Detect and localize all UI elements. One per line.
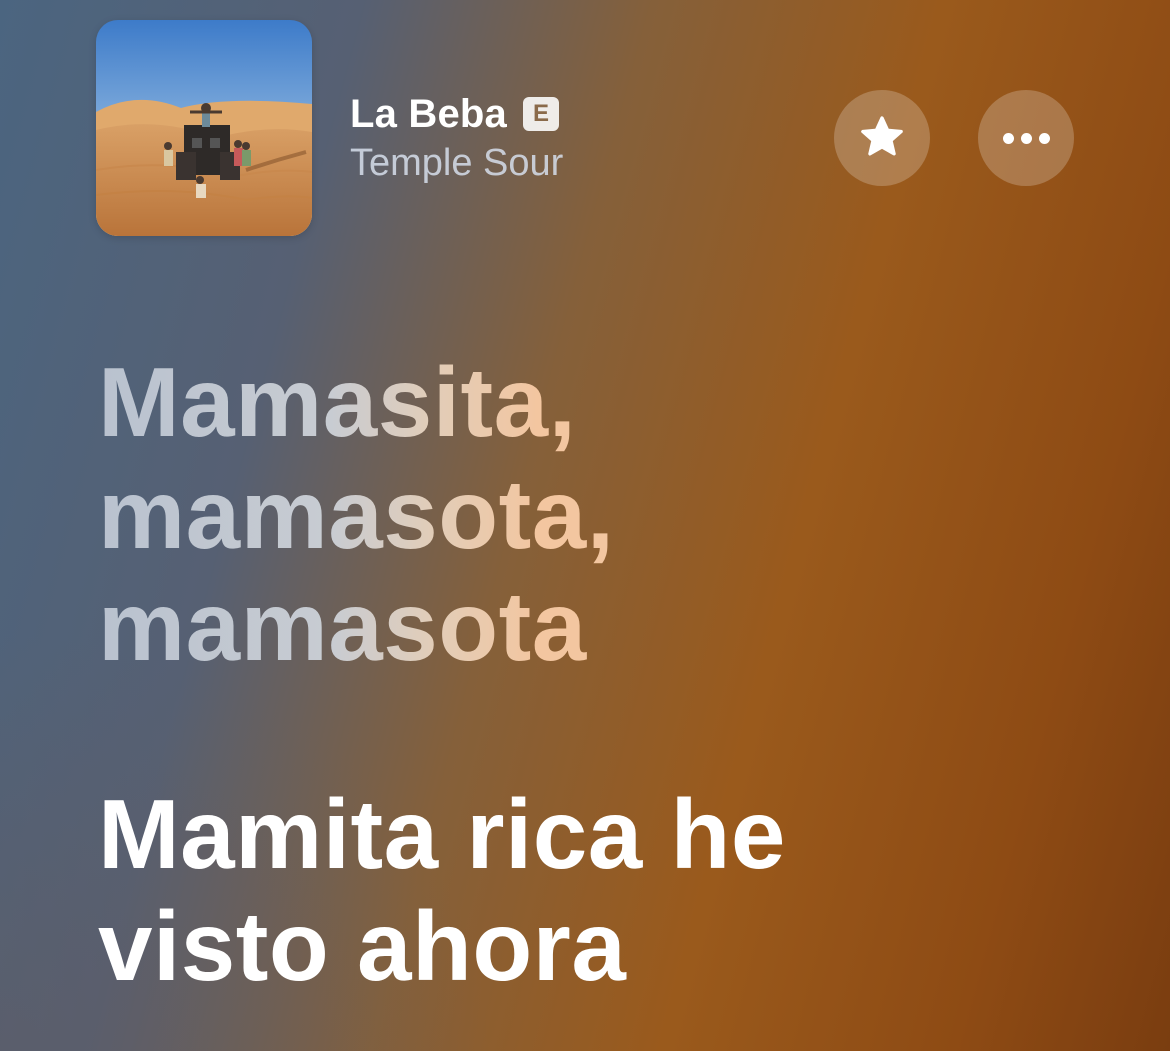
more-options-button[interactable] <box>978 90 1074 186</box>
lyric-text: visto ahora <box>98 891 627 1001</box>
star-icon <box>861 116 903 156</box>
explicit-badge: E <box>523 97 560 131</box>
track-info: La Beba E Temple Sour <box>350 88 563 185</box>
favorite-button[interactable] <box>834 90 930 186</box>
track-artist[interactable]: Temple Sour <box>350 142 563 185</box>
title-row: La Beba E <box>350 88 563 140</box>
lyric-text: mamasota, <box>98 459 615 569</box>
track-title[interactable]: La Beba <box>350 92 507 137</box>
lyric-text: mamasota <box>98 571 587 681</box>
album-artwork[interactable] <box>96 20 312 236</box>
lyric-line-current[interactable]: Mamita rica he visto ahora <box>98 778 786 1002</box>
album-artwork-image <box>96 20 312 236</box>
ellipsis-icon <box>1002 132 1050 144</box>
lyric-line-past[interactable]: Mamasita, mamasota, mamasota <box>98 346 615 682</box>
lyric-text: Mamasita, <box>98 347 577 457</box>
lyric-text: Mamita rica he <box>98 779 786 889</box>
